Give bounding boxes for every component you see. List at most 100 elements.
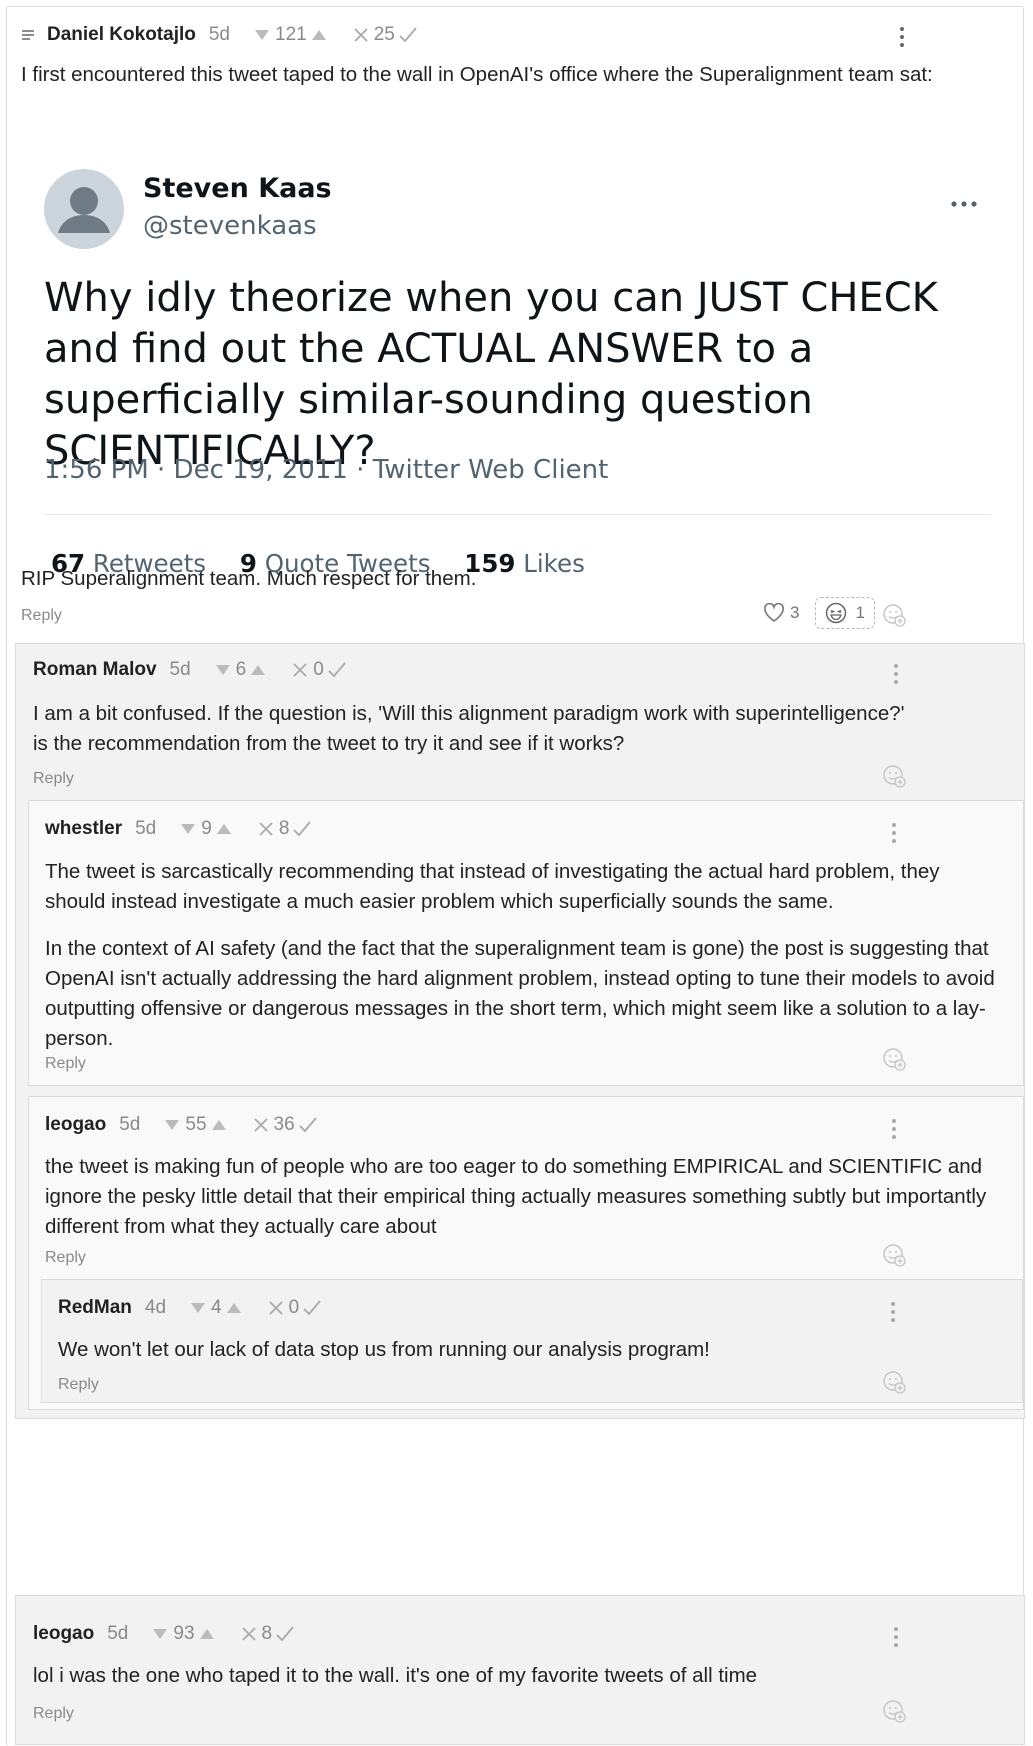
comment-author[interactable]: whestler bbox=[45, 818, 122, 840]
agree-icon[interactable] bbox=[399, 27, 417, 43]
comment-date[interactable]: 5d bbox=[135, 818, 156, 840]
agree-icon[interactable] bbox=[299, 1117, 317, 1133]
comment-meta: Daniel Kokotajlo 5d 121 25 bbox=[21, 23, 417, 47]
upvote-icon[interactable] bbox=[311, 29, 327, 41]
downvote-icon[interactable] bbox=[180, 823, 196, 835]
laugh-count: 1 bbox=[855, 603, 865, 622]
upvote-icon[interactable] bbox=[211, 1119, 227, 1131]
disagree-icon[interactable] bbox=[258, 821, 274, 837]
reactions-bar: 3 1 bbox=[763, 597, 875, 629]
disagree-icon[interactable] bbox=[353, 27, 369, 43]
comment-date[interactable]: 5d bbox=[170, 659, 191, 681]
add-reaction-icon[interactable] bbox=[882, 1243, 906, 1267]
tweet-avatar bbox=[44, 169, 124, 249]
disagree-icon[interactable] bbox=[292, 662, 308, 678]
upvote-icon[interactable] bbox=[199, 1628, 215, 1640]
agreement-score: 8 bbox=[261, 1623, 273, 1644]
reply-button[interactable]: Reply bbox=[21, 607, 62, 625]
add-reaction-icon[interactable] bbox=[882, 764, 906, 788]
heart-icon bbox=[764, 603, 784, 622]
heart-reaction[interactable]: 3 bbox=[763, 603, 799, 623]
collapse-icon[interactable] bbox=[21, 29, 35, 41]
comment-author[interactable]: leogao bbox=[45, 1114, 106, 1136]
embedded-tweet: Steven Kaas @stevenkaas Why idly theoriz… bbox=[7, 125, 1017, 585]
agreement-score: 0 bbox=[288, 1297, 300, 1318]
agreement-score: 25 bbox=[373, 24, 395, 45]
disagree-icon[interactable] bbox=[268, 1300, 284, 1316]
agree-icon[interactable] bbox=[276, 1626, 294, 1642]
downvote-icon[interactable] bbox=[164, 1119, 180, 1131]
reply-button[interactable]: Reply bbox=[58, 1376, 99, 1394]
comment-thread: Daniel Kokotajlo 5d 121 25 I first encou… bbox=[6, 6, 1025, 1746]
agreement-score: 0 bbox=[313, 659, 324, 680]
agree-icon[interactable] bbox=[328, 662, 346, 678]
comment-meta: RedMan 4d 4 0 bbox=[58, 1296, 321, 1320]
comment-menu-icon[interactable] bbox=[890, 1302, 896, 1322]
reply-button[interactable]: Reply bbox=[33, 770, 74, 788]
karma-score: 9 bbox=[201, 818, 212, 839]
comment-paragraph: I am a bit confused. If the question is,… bbox=[33, 702, 905, 755]
comment-paragraph: the tweet is making fun of people who ar… bbox=[45, 1155, 987, 1238]
agreement-score: 36 bbox=[273, 1114, 295, 1135]
tweet-author-name: Steven Kaas bbox=[143, 173, 332, 204]
upvote-icon[interactable] bbox=[226, 1302, 242, 1314]
comment-body: I first encountered this tweet taped to … bbox=[21, 60, 1001, 90]
reply-thread-roman-malov: Roman Malov 5d 6 0 I am a bit confused. … bbox=[15, 643, 1025, 1419]
downvote-icon[interactable] bbox=[190, 1302, 206, 1314]
comment-body: The tweet is sarcastically recommending … bbox=[45, 857, 1005, 1054]
reply-button[interactable]: Reply bbox=[33, 1705, 74, 1723]
add-reaction-icon[interactable] bbox=[882, 603, 906, 627]
comment-author[interactable]: RedMan bbox=[58, 1297, 132, 1319]
comment-outro: RIP Superalignment team. Much respect fo… bbox=[21, 567, 477, 590]
agree-icon[interactable] bbox=[303, 1300, 321, 1316]
agree-icon[interactable] bbox=[293, 821, 312, 837]
tweet-author-handle: @stevenkaas bbox=[143, 211, 317, 241]
comment-menu-icon[interactable] bbox=[891, 1119, 897, 1139]
tweet-text: Why idly theorize when you can JUST CHEC… bbox=[44, 275, 938, 474]
downvote-icon[interactable] bbox=[254, 29, 270, 41]
comment-intro: I first encountered this tweet taped to … bbox=[21, 63, 933, 86]
comment-body: the tweet is making fun of people who ar… bbox=[45, 1152, 1005, 1242]
comment-paragraph: We won't let our lack of data stop us fr… bbox=[58, 1338, 710, 1361]
add-reaction-icon[interactable] bbox=[882, 1699, 906, 1723]
comment-date[interactable]: 5d bbox=[107, 1623, 128, 1645]
comment-meta: whestler 5d 9 8 bbox=[45, 817, 312, 841]
reply-leogao: leogao 5d 55 36 the tweet is making fun … bbox=[28, 1096, 1024, 1410]
comment-author[interactable]: Roman Malov bbox=[33, 659, 157, 681]
comment-meta: Roman Malov 5d 6 0 bbox=[33, 658, 346, 682]
reply-leogao-2: leogao 5d 93 8 lol i was the one who tap… bbox=[15, 1595, 1025, 1745]
add-reaction-icon[interactable] bbox=[882, 1047, 906, 1071]
comment-menu-icon[interactable] bbox=[891, 823, 897, 843]
comment-date[interactable]: 4d bbox=[145, 1297, 166, 1319]
comment-date[interactable]: 5d bbox=[119, 1114, 140, 1136]
upvote-icon[interactable] bbox=[250, 664, 266, 676]
comment-paragraph: The tweet is sarcastically recommending … bbox=[45, 860, 940, 913]
comment-menu-icon[interactable] bbox=[893, 1627, 899, 1647]
comment-paragraph: lol i was the one who taped it to the wa… bbox=[33, 1664, 758, 1687]
karma-score: 55 bbox=[185, 1114, 207, 1135]
downvote-icon[interactable] bbox=[152, 1628, 168, 1640]
comment-date[interactable]: 5d bbox=[209, 24, 230, 46]
tweet-divider bbox=[44, 514, 991, 515]
comment-body: We won't let our lack of data stop us fr… bbox=[58, 1335, 998, 1365]
add-reaction-icon[interactable] bbox=[882, 1370, 906, 1394]
comment-author[interactable]: leogao bbox=[33, 1623, 94, 1645]
comment-meta: leogao 5d 55 36 bbox=[45, 1113, 317, 1137]
comment-menu-icon[interactable] bbox=[899, 27, 905, 47]
disagree-icon[interactable] bbox=[253, 1117, 269, 1133]
disagree-icon[interactable] bbox=[241, 1626, 257, 1642]
karma-score: 93 bbox=[173, 1623, 195, 1644]
comment-paragraph: In the context of AI safety (and the fac… bbox=[45, 937, 995, 1050]
karma-score: 4 bbox=[211, 1297, 222, 1318]
downvote-icon[interactable] bbox=[215, 664, 231, 676]
tweet-more-icon bbox=[951, 185, 977, 213]
comment-author[interactable]: Daniel Kokotajlo bbox=[47, 24, 196, 46]
reply-whestler: whestler 5d 9 8 The tweet is sarcastical… bbox=[28, 800, 1024, 1086]
laugh-reaction[interactable]: 1 bbox=[815, 597, 875, 629]
upvote-icon[interactable] bbox=[216, 823, 232, 835]
comment-menu-icon[interactable] bbox=[893, 664, 899, 684]
tweet-timestamp: 1:56 PM · Dec 19, 2011 · Twitter Web Cli… bbox=[44, 455, 609, 485]
reply-button[interactable]: Reply bbox=[45, 1055, 86, 1073]
reply-button[interactable]: Reply bbox=[45, 1249, 86, 1267]
laughing-face-icon bbox=[826, 602, 847, 624]
